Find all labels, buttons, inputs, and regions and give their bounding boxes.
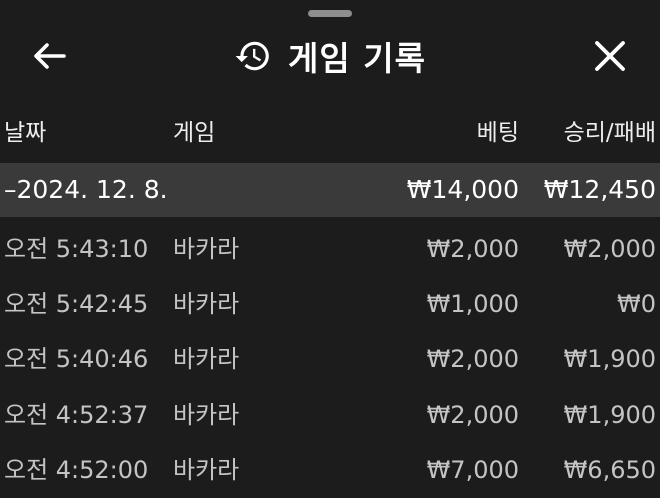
table-row[interactable]: 오전 5:42:45 바카라 ₩1,000 ₩0 bbox=[0, 277, 660, 331]
table-row[interactable]: 오전 5:43:10 바카라 ₩2,000 ₩2,000 bbox=[0, 222, 660, 276]
row-bet: ₩1,000 bbox=[426, 290, 519, 318]
close-icon bbox=[595, 41, 625, 71]
group-date: –2024. 12. 8. bbox=[4, 175, 168, 204]
row-bet: ₩2,000 bbox=[426, 401, 519, 429]
row-game: 바카라 bbox=[173, 456, 240, 484]
row-result: ₩6,650 bbox=[563, 456, 656, 484]
row-time: 오전 5:43:10 bbox=[4, 235, 149, 263]
row-time: 오전 5:40:46 bbox=[4, 345, 149, 373]
page-title: 게임 기록 bbox=[288, 38, 426, 78]
row-game: 바카라 bbox=[173, 235, 240, 263]
back-button[interactable] bbox=[26, 38, 74, 74]
group-bet-total: ₩14,000 bbox=[406, 175, 519, 204]
row-result: ₩1,900 bbox=[563, 345, 656, 373]
column-header-bet[interactable]: 베팅 bbox=[477, 106, 519, 160]
game-history-sheet: 게임 기록 날짜 게임 베팅 승리/패배 –2024. 12. 8. ₩14,0… bbox=[0, 0, 660, 498]
row-bet: ₩2,000 bbox=[426, 345, 519, 373]
title-wrap: 게임 기록 bbox=[0, 18, 660, 93]
row-game: 바카라 bbox=[173, 345, 240, 373]
row-time: 오전 4:52:37 bbox=[4, 401, 149, 429]
arrow-left-icon bbox=[34, 43, 66, 69]
table-row[interactable]: 오전 5:40:46 바카라 ₩2,000 ₩1,900 bbox=[0, 332, 660, 386]
row-game: 바카라 bbox=[173, 290, 240, 318]
row-time: 오전 4:52:00 bbox=[4, 456, 149, 484]
date-group-row[interactable]: –2024. 12. 8. ₩14,000 ₩12,450 bbox=[0, 163, 660, 217]
column-header-game[interactable]: 게임 bbox=[173, 106, 215, 160]
row-bet: ₩7,000 bbox=[426, 456, 519, 484]
table-header: 날짜 게임 베팅 승리/패배 bbox=[0, 106, 660, 160]
row-result: ₩2,000 bbox=[563, 235, 656, 263]
history-icon bbox=[235, 41, 269, 70]
group-result-total: ₩12,450 bbox=[543, 175, 656, 204]
close-button[interactable] bbox=[588, 34, 632, 78]
row-game: 바카라 bbox=[173, 401, 240, 429]
table-row[interactable]: 오전 4:52:37 바카라 ₩2,000 ₩1,900 bbox=[0, 388, 660, 442]
drag-handle[interactable] bbox=[308, 10, 352, 17]
column-header-date[interactable]: 날짜 bbox=[4, 106, 46, 160]
table-row[interactable]: 오전 4:52:00 바카라 ₩7,000 ₩6,650 bbox=[0, 443, 660, 497]
row-result: ₩0 bbox=[617, 290, 656, 318]
row-time: 오전 5:42:45 bbox=[4, 290, 149, 318]
column-header-result[interactable]: 승리/패배 bbox=[564, 106, 656, 160]
header: 게임 기록 bbox=[0, 18, 660, 93]
row-result: ₩1,900 bbox=[563, 401, 656, 429]
row-bet: ₩2,000 bbox=[426, 235, 519, 263]
